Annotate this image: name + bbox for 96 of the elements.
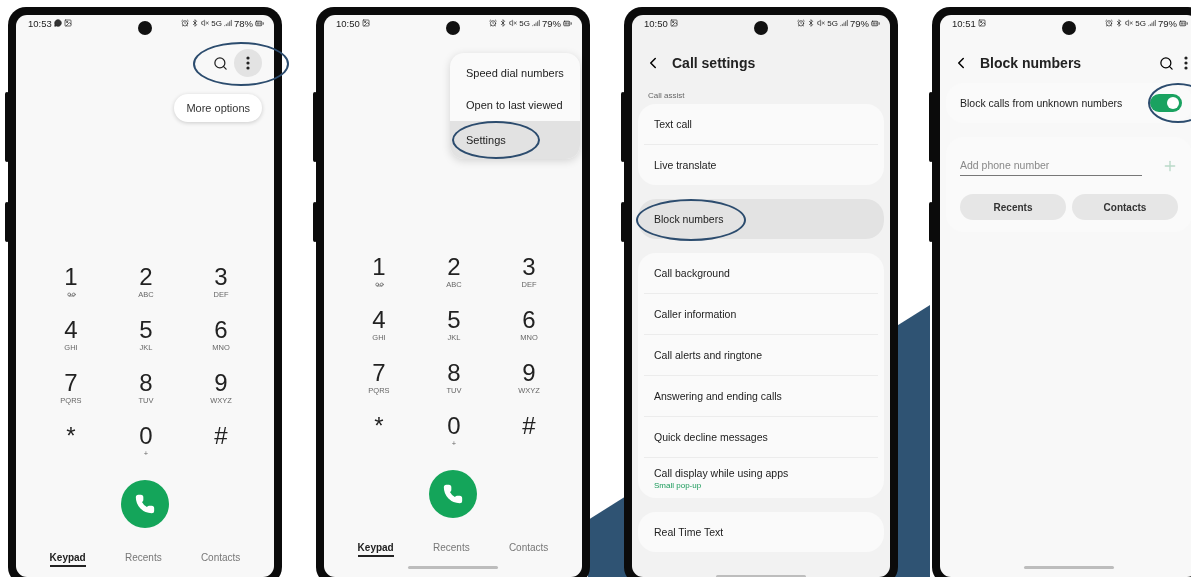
status-time: 10:50 (336, 17, 360, 29)
battery-icon (871, 18, 880, 28)
call-button[interactable] (121, 480, 169, 528)
battery-percent: 78% (234, 17, 253, 29)
signal-icon (1148, 19, 1156, 27)
toggle-label: Block calls from unknown numbers (960, 97, 1123, 109)
image-icon (63, 19, 72, 27)
bluetooth-icon (807, 19, 816, 27)
bottom-tab[interactable]: Keypad (357, 542, 394, 557)
alarm-icon (489, 19, 498, 27)
mute-icon (817, 19, 826, 27)
keypad-key[interactable]: * (341, 411, 417, 464)
settings-row[interactable]: Real Time Text (644, 512, 878, 552)
status-time: 10:51 (952, 17, 976, 29)
settings-row[interactable]: Block numbers (638, 199, 884, 239)
network-label: 5G (827, 18, 838, 28)
image-icon (361, 19, 370, 27)
call-button[interactable] (429, 470, 477, 518)
image-icon (669, 19, 678, 27)
bluetooth-icon (1115, 19, 1124, 27)
camera-dot (138, 21, 152, 35)
keypad-key[interactable]: 1 (33, 262, 109, 315)
bottom-tab[interactable]: Keypad (49, 552, 86, 567)
row-label: Answering and ending calls (654, 390, 783, 402)
status-time: 10:53 (28, 17, 52, 29)
source-button[interactable]: Contacts (1072, 194, 1178, 220)
bottom-tab[interactable]: Contacts (508, 542, 549, 557)
row-label: Quick decline messages (654, 431, 769, 443)
search-icon[interactable] (1159, 55, 1174, 71)
keypad-key[interactable]: 1 (341, 252, 417, 305)
settings-row[interactable]: Call background (644, 253, 878, 293)
battery-icon (1179, 18, 1188, 28)
voicemail-icon (66, 290, 76, 299)
alarm-icon (181, 19, 190, 27)
row-label: Call display while using apps (654, 466, 790, 479)
row-label: Real Time Text (654, 526, 725, 538)
settings-row[interactable]: Call display while using apps Small pop-up (644, 457, 878, 498)
status-time: 10:50 (644, 17, 668, 29)
row-label: Caller information (654, 308, 738, 320)
phone-icon (135, 494, 155, 514)
image-icon (977, 19, 986, 27)
battery-percent: 79% (1158, 17, 1177, 29)
more-icon (246, 56, 250, 70)
message-icon (53, 19, 62, 27)
camera-dot (754, 21, 768, 35)
row-subtitle: Small pop-up (654, 480, 703, 490)
mute-icon (201, 19, 210, 27)
signal-icon (840, 19, 848, 27)
network-label: 5G (519, 18, 530, 28)
more-icon[interactable] (1184, 56, 1188, 70)
row-label: Call alerts and ringtone (654, 349, 763, 361)
alarm-icon (1105, 19, 1114, 27)
search-icon (212, 55, 228, 71)
network-label: 5G (1135, 18, 1146, 28)
screen-title: Call settings (672, 55, 757, 71)
tooltip: More options (174, 94, 262, 122)
signal-icon (532, 19, 540, 27)
row-label: Block numbers (654, 213, 725, 225)
bluetooth-icon (191, 19, 200, 27)
mute-icon (509, 19, 518, 27)
row-label: Live translate (654, 159, 718, 171)
battery-icon (255, 18, 264, 28)
row-label: Text call (654, 118, 693, 130)
section-label: Call assist (647, 90, 686, 102)
source-button[interactable]: Recents (960, 194, 1066, 220)
voicemail-icon (374, 280, 384, 289)
menu-item[interactable]: Speed dial numbers (450, 57, 580, 89)
row-label: Call background (654, 267, 731, 279)
keypad-key[interactable]: # (183, 421, 259, 474)
bottom-tab[interactable]: Recents (432, 542, 470, 557)
mute-icon (1125, 19, 1134, 27)
settings-row[interactable]: Live translate (644, 144, 878, 185)
camera-dot (446, 21, 460, 35)
keypad-key[interactable]: # (491, 411, 567, 464)
toggle-switch[interactable] (1150, 94, 1182, 112)
alarm-icon (797, 19, 806, 27)
battery-percent: 79% (850, 17, 869, 29)
phone-number-field[interactable]: Add phone number (960, 155, 1142, 176)
bottom-tab[interactable]: Contacts (200, 552, 241, 567)
phone-icon (443, 484, 463, 504)
settings-row[interactable]: Caller information (644, 293, 878, 334)
battery-icon (563, 18, 572, 28)
network-label: 5G (211, 18, 222, 28)
settings-row[interactable]: Quick decline messages (644, 416, 878, 457)
signal-icon (224, 19, 232, 27)
settings-row[interactable]: Text call (644, 104, 878, 144)
settings-row[interactable]: Call alerts and ringtone (644, 334, 878, 375)
settings-row[interactable]: Answering and ending calls (644, 375, 878, 416)
keypad-key[interactable]: * (33, 421, 109, 474)
menu-item[interactable]: Settings (450, 121, 580, 159)
menu-item[interactable]: Open to last viewed (450, 89, 580, 121)
battery-percent: 79% (542, 17, 561, 29)
camera-dot (1062, 21, 1076, 35)
screen-title: Block numbers (980, 55, 1083, 71)
bottom-tab[interactable]: Recents (124, 552, 162, 567)
bluetooth-icon (499, 19, 508, 27)
